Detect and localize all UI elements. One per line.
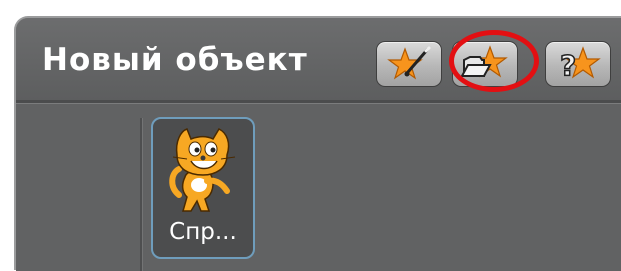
- random-sprite-button[interactable]: ?: [545, 41, 611, 87]
- sprite-name-label: Спр...: [169, 219, 237, 245]
- header-divider: [16, 100, 621, 103]
- choose-sprite-from-file-button[interactable]: [452, 41, 518, 87]
- sprite-thumbnail[interactable]: Спр...: [151, 117, 255, 259]
- question-star-icon: ?: [559, 46, 601, 83]
- stage-divider: [140, 118, 142, 271]
- folder-star-icon: [460, 45, 508, 78]
- paint-new-sprite-button[interactable]: [376, 41, 442, 87]
- sprite-list-area: Спр...: [16, 104, 621, 271]
- screenshot: Новый объект ? Спр...: [0, 0, 621, 271]
- svg-text:?: ?: [560, 49, 576, 82]
- panel-header: Новый объект ?: [16, 18, 621, 100]
- paint-star-icon: [387, 46, 431, 80]
- scratch-cat-icon: [169, 128, 236, 212]
- new-sprite-panel: Новый объект ? Спр...: [14, 16, 621, 271]
- panel-title: Новый объект: [42, 42, 308, 78]
